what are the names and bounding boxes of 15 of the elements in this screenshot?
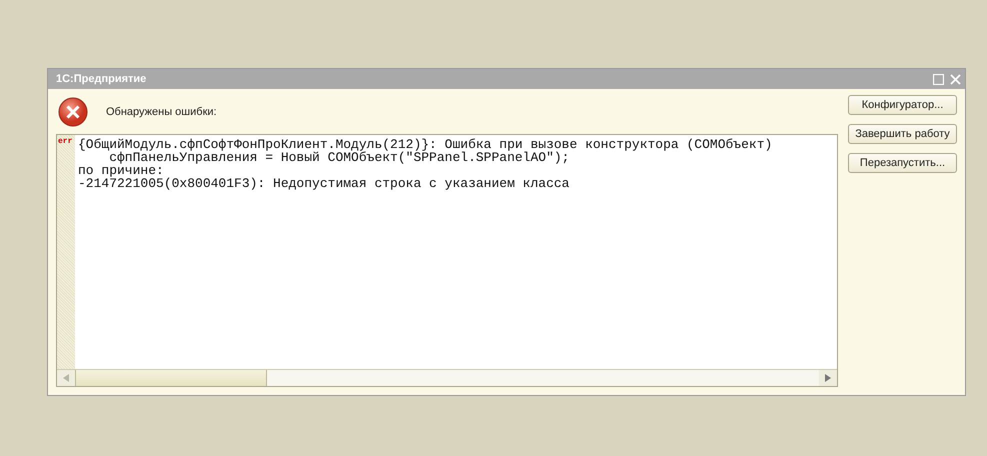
dialog-button[interactable]: Завершить работу: [848, 124, 957, 144]
close-icon[interactable]: [950, 74, 961, 84]
log-line: -2147221005(0x800401F3): Недопустимая строка с указанием класса: [78, 177, 570, 190]
log-line: {ОбщийМодуль.сфпСофтФонПроКлиент.Модуль(212)}: Ошибка при вызове конструктора (COMОбъект): [78, 138, 772, 151]
maximize-icon[interactable]: [933, 74, 944, 84]
error-icon: [58, 97, 88, 127]
dialog-button[interactable]: Перезапустить...: [848, 153, 957, 173]
scroll-left-icon[interactable]: [63, 374, 69, 382]
log-line: по причине:: [78, 164, 164, 177]
log-line: сфпПанельУправления = Новый COMОбъект("SPPanel.SPPanelAO");: [109, 151, 570, 164]
scroll-right-icon[interactable]: [825, 374, 831, 382]
error-message: Обнаружены ошибки:: [106, 106, 217, 118]
dialog-button[interactable]: Конфигуратор...: [848, 95, 957, 115]
error-marker: err: [57, 136, 74, 146]
window-title: 1С:Предприятие: [56, 73, 148, 85]
